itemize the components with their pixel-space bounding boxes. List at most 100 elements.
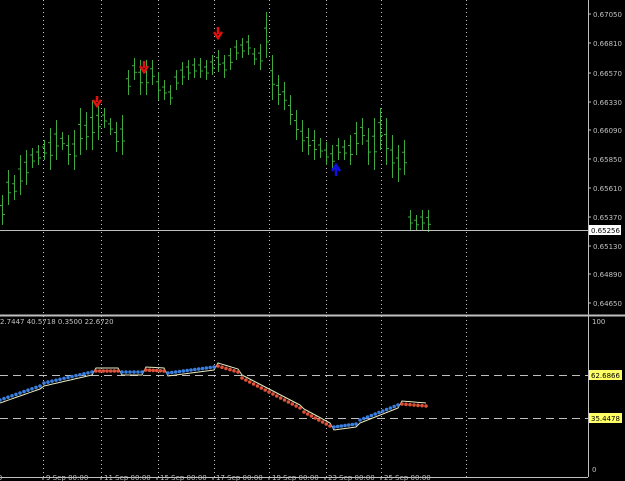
indicator-dot	[282, 398, 287, 402]
candle	[240, 38, 245, 58]
candle	[72, 130, 77, 170]
indicator-dot	[298, 406, 302, 410]
indicator-dot	[2, 396, 6, 401]
price-tick-label: 0.65610	[593, 185, 622, 193]
indicator-dot	[224, 366, 228, 371]
candle	[390, 135, 395, 178]
indicator-dot	[247, 380, 252, 384]
price-tick-label: 0.64890	[593, 271, 622, 279]
indicator-dot	[14, 392, 18, 397]
indicator-dot	[216, 364, 220, 368]
time-tick-label: 00:00	[0, 474, 2, 481]
indicator-dot	[381, 409, 385, 413]
candle	[60, 132, 65, 150]
indicator-dot	[408, 402, 412, 407]
candle	[102, 108, 107, 128]
indicator-dot	[162, 369, 166, 373]
indicator-dot	[244, 378, 248, 382]
indicator-dot	[313, 416, 317, 420]
candle	[354, 122, 359, 155]
indicator-dot	[193, 367, 197, 372]
indicator-dot	[317, 418, 321, 422]
indicator-dot	[124, 370, 128, 374]
candle	[0, 195, 5, 225]
indicator-dot	[177, 369, 182, 374]
indicator-dot	[228, 367, 232, 372]
indicator-scale-bottom: 0	[592, 466, 596, 474]
candle	[48, 128, 53, 170]
price-candles	[0, 12, 431, 232]
candle	[342, 140, 347, 160]
candle	[114, 122, 119, 152]
indicator-dot	[232, 369, 236, 373]
candle	[108, 118, 113, 135]
candle	[138, 60, 143, 95]
candle	[336, 138, 341, 160]
candle	[186, 60, 191, 80]
candle	[300, 120, 305, 152]
svg-text:35.4478: 35.4478	[591, 415, 620, 423]
indicator-dot	[240, 376, 244, 380]
candle	[6, 170, 11, 205]
candle	[372, 118, 377, 170]
indicator-dot	[185, 368, 189, 373]
candle	[312, 130, 317, 160]
indicator-dot	[54, 378, 58, 383]
indicator-dot	[275, 394, 279, 398]
indicator-dot	[50, 379, 54, 383]
indicator-dot	[170, 370, 174, 375]
indicator-signal-line	[0, 362, 427, 431]
time-tick-label: 25 Sep 00:00	[384, 474, 431, 481]
indicator-dot	[0, 398, 2, 402]
indicator-dot	[147, 368, 152, 373]
indicator-dot	[97, 369, 102, 373]
indicator-dot	[358, 418, 362, 422]
price-axis: 0.67050 0.66810 0.66570 0.66330 0.66090 0.658…	[588, 11, 622, 308]
candle	[366, 128, 371, 165]
indicator-dot	[278, 396, 283, 400]
indicator-dot	[158, 369, 163, 373]
candle	[54, 120, 59, 160]
indicator-dot	[251, 382, 256, 386]
svg-text:62.6866: 62.6866	[591, 372, 620, 380]
candle	[192, 58, 197, 78]
indicator-dot	[86, 371, 90, 375]
indicator-dot	[267, 390, 271, 394]
candle	[216, 50, 221, 72]
candle	[30, 148, 35, 168]
sell-arrow-3	[212, 27, 224, 41]
candle	[234, 40, 239, 60]
indicator-dot	[302, 410, 306, 414]
candle	[402, 140, 407, 175]
candle	[414, 215, 419, 230]
indicator-dot	[173, 370, 178, 374]
candle	[204, 60, 209, 80]
indicator-dot	[70, 374, 74, 379]
indicator-dot	[196, 367, 201, 371]
sell-arrow-1	[91, 96, 103, 109]
indicator-dot	[166, 371, 170, 375]
candle	[126, 70, 131, 95]
indicator-dot	[362, 416, 366, 421]
indicator-dot	[335, 424, 340, 429]
time-tick-label: 19 Sep 00:00	[272, 474, 319, 481]
candle	[198, 58, 203, 78]
candle	[228, 48, 233, 70]
indicator-dot	[38, 384, 42, 388]
indicator-dot	[112, 369, 117, 373]
candle	[222, 55, 227, 78]
time-tick-label: 11 Sep 00:00	[104, 474, 151, 481]
indicator-dot	[128, 370, 132, 374]
current-price-tag: 0.65256	[589, 225, 621, 235]
candle	[66, 135, 71, 165]
indicator-dot	[339, 424, 344, 428]
indicator-dot	[328, 424, 332, 428]
candle	[270, 55, 275, 100]
indicator-dot	[354, 422, 358, 426]
time-tick-label: 15 Sep 00:00	[160, 474, 207, 481]
indicator-dot	[388, 406, 393, 410]
chart-canvas[interactable]: 0.67050 0.66810 0.66570 0.66330 0.66090 0.658…	[0, 0, 625, 481]
candle	[378, 108, 383, 150]
indicator-dot	[181, 369, 186, 373]
indicator-dot	[18, 391, 22, 395]
